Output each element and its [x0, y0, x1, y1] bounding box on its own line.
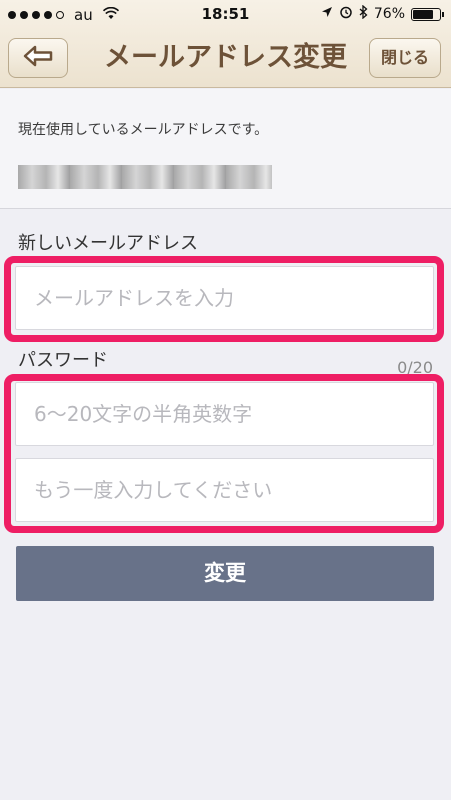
password-input[interactable]: 6〜20文字の半角英数字 — [15, 382, 434, 446]
status-right: 76% — [321, 4, 444, 23]
new-email-label: 新しいメールアドレス — [18, 233, 198, 254]
status-bar: au 18:51 76% — [0, 0, 451, 30]
close-button[interactable]: 閉じる — [369, 38, 441, 78]
top-bar: au 18:51 76% メールアドレス変更 閉じる — [0, 0, 451, 88]
alarm-icon — [339, 5, 353, 23]
password-label: パスワード — [18, 350, 108, 371]
bluetooth-icon — [359, 4, 368, 23]
current-email-section: 現在使用しているメールアドレスです。 — [0, 89, 451, 209]
current-email-label: 現在使用しているメールアドレスです。 — [18, 122, 269, 138]
password-confirm-input[interactable]: もう一度入力してください — [15, 458, 434, 522]
location-icon — [321, 6, 333, 22]
battery-fill — [413, 9, 433, 19]
current-email-redacted — [18, 165, 272, 189]
password-counter: 0/20 — [397, 358, 433, 377]
battery-percent: 76% — [373, 6, 405, 22]
new-email-input[interactable]: メールアドレスを入力 — [15, 266, 434, 330]
change-button[interactable]: 変更 — [16, 546, 434, 601]
battery-icon — [411, 7, 444, 21]
